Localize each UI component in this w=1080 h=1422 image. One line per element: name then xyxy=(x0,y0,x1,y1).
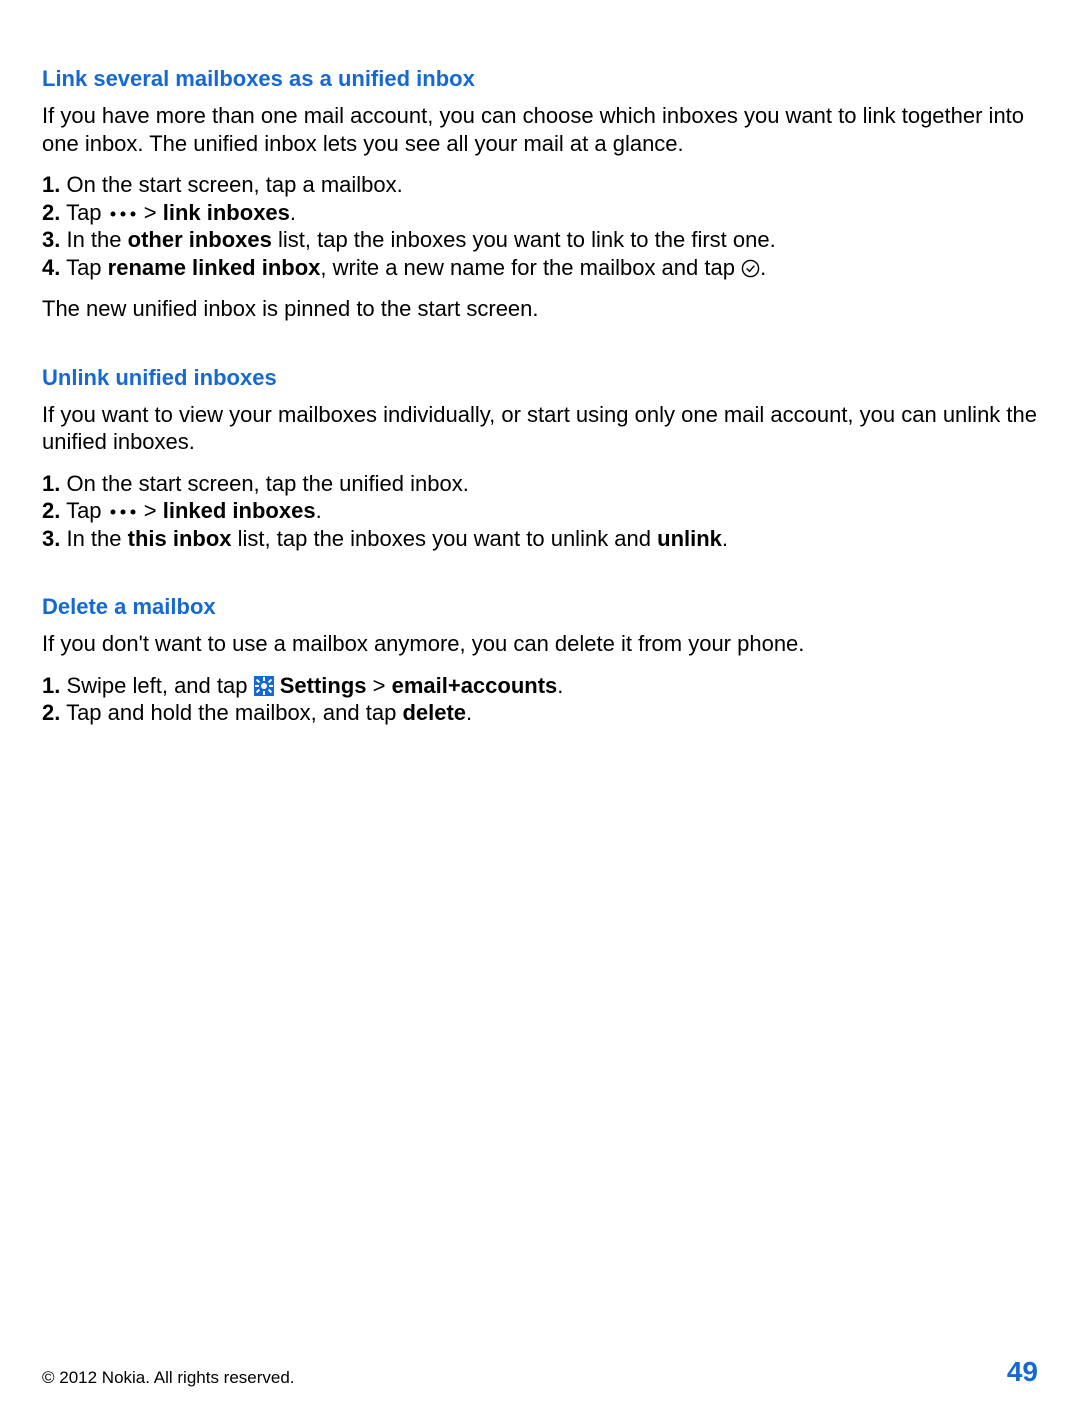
copyright-text: © 2012 Nokia. All rights reserved. xyxy=(42,1368,295,1388)
step-text: In the xyxy=(60,227,127,252)
step-bold: rename linked inbox xyxy=(108,255,321,280)
checkmark-circle-icon xyxy=(741,259,760,278)
step-2: 2. Tap > link inboxes. xyxy=(42,199,1038,227)
step-bold: Settings xyxy=(280,673,367,698)
document-page: Link several mailboxes as a unified inbo… xyxy=(0,0,1080,1422)
step-2: 2. Tap and hold the mailbox, and tap del… xyxy=(42,699,1038,727)
step-text: , write a new name for the mailbox and t… xyxy=(320,255,741,280)
steps-list: 1. On the start screen, tap a mailbox. 2… xyxy=(42,171,1038,281)
step-bold: link inboxes xyxy=(163,200,290,225)
step-text: list, tap the inboxes you want to unlink… xyxy=(232,526,658,551)
step-number: 3. xyxy=(42,227,60,252)
step-bold: linked inboxes xyxy=(163,498,316,523)
step-text: Tap xyxy=(60,200,107,225)
heading-delete-mailbox: Delete a mailbox xyxy=(42,594,1038,620)
step-bold: email+accounts xyxy=(392,673,558,698)
step-4: 4. Tap rename linked inbox, write a new … xyxy=(42,254,1038,282)
step-text: In the xyxy=(60,526,127,551)
step-number: 1. xyxy=(42,673,60,698)
more-icon xyxy=(108,507,138,517)
settings-icon xyxy=(254,676,274,696)
intro-paragraph: If you don't want to use a mailbox anymo… xyxy=(42,630,1038,658)
step-text: > xyxy=(138,498,163,523)
step-number: 4. xyxy=(42,255,60,280)
step-number: 2. xyxy=(42,498,60,523)
step-text: On the start screen, tap a mailbox. xyxy=(60,172,402,197)
more-icon xyxy=(108,209,138,219)
step-number: 2. xyxy=(42,200,60,225)
step-1: 1. On the start screen, tap a mailbox. xyxy=(42,171,1038,199)
step-text: list, tap the inboxes you want to link t… xyxy=(272,227,776,252)
step-text: > xyxy=(138,200,163,225)
heading-unlink-inboxes: Unlink unified inboxes xyxy=(42,365,1038,391)
step-number: 3. xyxy=(42,526,60,551)
step-text: . xyxy=(557,673,563,698)
step-number: 1. xyxy=(42,172,60,197)
step-text: Tap and hold the mailbox, and tap xyxy=(60,700,402,725)
step-bold: this inbox xyxy=(128,526,232,551)
step-3: 3. In the other inboxes list, tap the in… xyxy=(42,226,1038,254)
step-text: > xyxy=(367,673,392,698)
step-bold: delete xyxy=(402,700,466,725)
step-text: On the start screen, tap the unified inb… xyxy=(60,471,468,496)
step-text: Tap xyxy=(60,498,107,523)
step-text: . xyxy=(290,200,296,225)
step-text: Swipe left, and tap xyxy=(60,673,253,698)
intro-paragraph: If you want to view your mailboxes indiv… xyxy=(42,401,1038,456)
step-number: 2. xyxy=(42,700,60,725)
steps-list: 1. On the start screen, tap the unified … xyxy=(42,470,1038,553)
step-1: 1. On the start screen, tap the unified … xyxy=(42,470,1038,498)
step-bold: other inboxes xyxy=(128,227,272,252)
step-1: 1. Swipe left, and tap Settings > email+… xyxy=(42,672,1038,700)
step-text: . xyxy=(316,498,322,523)
intro-paragraph: If you have more than one mail account, … xyxy=(42,102,1038,157)
step-bold: unlink xyxy=(657,526,722,551)
outro-paragraph: The new unified inbox is pinned to the s… xyxy=(42,295,1038,323)
page-footer: © 2012 Nokia. All rights reserved. 49 xyxy=(42,1356,1038,1388)
step-3: 3. In the this inbox list, tap the inbox… xyxy=(42,525,1038,553)
step-text: Tap xyxy=(60,255,107,280)
steps-list: 1. Swipe left, and tap Settings > email+… xyxy=(42,672,1038,727)
page-number: 49 xyxy=(1007,1356,1038,1388)
step-text: . xyxy=(466,700,472,725)
step-2: 2. Tap > linked inboxes. xyxy=(42,497,1038,525)
step-number: 1. xyxy=(42,471,60,496)
step-text: . xyxy=(722,526,728,551)
heading-link-mailboxes: Link several mailboxes as a unified inbo… xyxy=(42,66,1038,92)
step-text: . xyxy=(760,255,766,280)
